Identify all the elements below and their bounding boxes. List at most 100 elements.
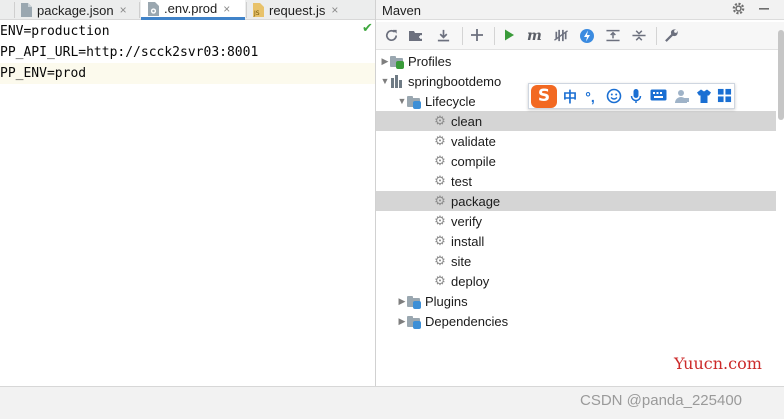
vertical-scrollbar[interactable]	[778, 30, 784, 120]
tree-label: Plugins	[425, 293, 468, 309]
ime-toolbar[interactable]: S 中 °,	[528, 83, 735, 109]
add-icon[interactable]	[468, 28, 486, 44]
watermark-site: Yuucn.com	[674, 354, 762, 373]
tree-item-plugins[interactable]: ▶ Plugins	[376, 291, 776, 311]
lifecycle-phase-install[interactable]: ⚙ install	[376, 231, 776, 251]
lifecycle-phase-site[interactable]: ⚙ site	[376, 251, 776, 271]
phase-label: test	[451, 173, 472, 189]
tab-separator	[14, 2, 15, 18]
tree-item-dependencies[interactable]: ▶ Dependencies	[376, 311, 776, 331]
tree-label: Profiles	[408, 53, 452, 69]
dependencies-folder-icon	[407, 315, 421, 329]
close-icon[interactable]: ×	[331, 3, 338, 17]
phase-label: package	[451, 193, 501, 209]
tab-separator	[246, 2, 247, 18]
code-area[interactable]: ENV=production PP_API_URL=http://scck2sv…	[0, 21, 375, 84]
phase-label: site	[451, 253, 472, 269]
lifecycle-phase-compile[interactable]: ⚙ compile	[376, 151, 776, 171]
minimize-icon[interactable]	[756, 1, 772, 17]
tab-label: package.json	[37, 2, 114, 18]
editor-tab-bar: package.json × .env.prod × JS request.js…	[0, 0, 375, 20]
tab-separator	[139, 2, 140, 18]
phase-label: deploy	[451, 273, 490, 289]
code-line[interactable]: PP_API_URL=http://scck2svr03:8001	[0, 42, 375, 63]
maven-goal-icon[interactable]: m	[526, 28, 544, 44]
editor-pane: package.json × .env.prod × JS request.js…	[0, 0, 375, 386]
lifecycle-phase-clean[interactable]: ⚙ clean	[376, 111, 776, 131]
sogou-logo-icon[interactable]: S	[531, 85, 557, 108]
lifecycle-phase-deploy[interactable]: ⚙ deploy	[376, 271, 776, 291]
show-dependencies-icon[interactable]	[604, 28, 622, 44]
maven-tool-window: Maven m ▶ Profiles ▼ springbootdemo ▼ Li…	[376, 0, 784, 386]
gear-icon: ⚙	[434, 253, 446, 268]
gear-icon: ⚙	[434, 193, 446, 208]
js-file-icon: JS	[252, 3, 265, 17]
lifecycle-phase-test[interactable]: ⚙ test	[376, 171, 776, 191]
settings-gear-icon[interactable]	[730, 1, 746, 17]
settings-wrench-icon[interactable]	[662, 28, 680, 44]
expand-arrow-icon[interactable]: ▶	[397, 316, 407, 327]
phase-label: clean	[451, 113, 483, 129]
tree-label: springbootdemo	[408, 73, 502, 89]
tree-item-profiles[interactable]: ▶ Profiles	[376, 51, 776, 71]
skip-tests-icon[interactable]	[578, 28, 596, 44]
profiles-folder-icon	[390, 55, 404, 69]
toolbar-separator	[462, 27, 463, 45]
tab-label: .env.prod	[164, 1, 218, 16]
ime-language-toggle[interactable]: 中	[561, 88, 579, 106]
expand-arrow-icon[interactable]: ▶	[380, 56, 390, 67]
tree-label: Dependencies	[425, 313, 509, 329]
toolbar-separator	[494, 27, 495, 45]
tab-env-prod[interactable]: .env.prod ×	[141, 0, 245, 20]
json-file-icon	[20, 3, 33, 17]
plugins-folder-icon	[407, 295, 421, 309]
lifecycle-folder-icon	[407, 95, 421, 109]
gear-icon: ⚙	[434, 213, 446, 228]
phase-label: verify	[451, 213, 483, 229]
maven-title: Maven	[382, 3, 422, 18]
toggle-offline-icon[interactable]	[552, 28, 570, 44]
phase-label: validate	[451, 133, 496, 149]
phase-label: install	[451, 233, 485, 249]
lifecycle-phase-verify[interactable]: ⚙ verify	[376, 211, 776, 231]
keyboard-icon[interactable]	[649, 88, 667, 106]
add-folder-icon[interactable]	[407, 28, 425, 44]
settings-file-icon	[147, 1, 160, 16]
tab-request-js[interactable]: JS request.js ×	[252, 0, 338, 20]
svg-text:m: m	[527, 28, 542, 42]
gear-icon: ⚙	[434, 113, 446, 128]
maven-toolbar: m	[376, 22, 784, 50]
expand-arrow-icon[interactable]: ▶	[397, 296, 407, 307]
skin-icon[interactable]	[695, 88, 713, 106]
emoji-icon[interactable]	[605, 88, 623, 106]
user-icon[interactable]	[673, 88, 691, 106]
gear-icon: ⚙	[434, 273, 446, 288]
run-icon[interactable]	[500, 28, 518, 44]
maven-header: Maven	[376, 0, 784, 20]
svg-text:JS: JS	[253, 10, 260, 17]
tab-package-json[interactable]: package.json ×	[20, 0, 127, 20]
lifecycle-phase-package[interactable]: ⚙ package	[376, 191, 776, 211]
gear-icon: ⚙	[434, 153, 446, 168]
download-icon[interactable]	[434, 28, 452, 44]
collapse-arrow-icon[interactable]: ▼	[380, 76, 390, 86]
ime-punctuation-toggle[interactable]: °,	[581, 88, 599, 106]
lifecycle-phase-validate[interactable]: ⚙ validate	[376, 131, 776, 151]
code-line[interactable]: ENV=production	[0, 21, 375, 42]
collapse-arrow-icon[interactable]: ▼	[397, 96, 407, 106]
maven-project-icon	[390, 74, 404, 88]
phase-label: compile	[451, 153, 496, 169]
gear-icon: ⚙	[434, 133, 446, 148]
watermark-csdn: CSDN @panda_225400	[580, 392, 743, 409]
gear-icon: ⚙	[434, 173, 446, 188]
microphone-icon[interactable]	[627, 88, 645, 106]
close-icon[interactable]: ×	[120, 3, 127, 17]
close-icon[interactable]: ×	[223, 2, 230, 16]
tab-label: request.js	[269, 2, 326, 18]
code-line-current[interactable]: PP_ENV=prod	[0, 63, 375, 84]
toolbar-separator	[656, 27, 657, 45]
gear-icon: ⚙	[434, 233, 446, 248]
grid-icon[interactable]	[715, 88, 733, 106]
reload-icon[interactable]	[382, 28, 400, 44]
collapse-all-icon[interactable]	[630, 28, 648, 44]
